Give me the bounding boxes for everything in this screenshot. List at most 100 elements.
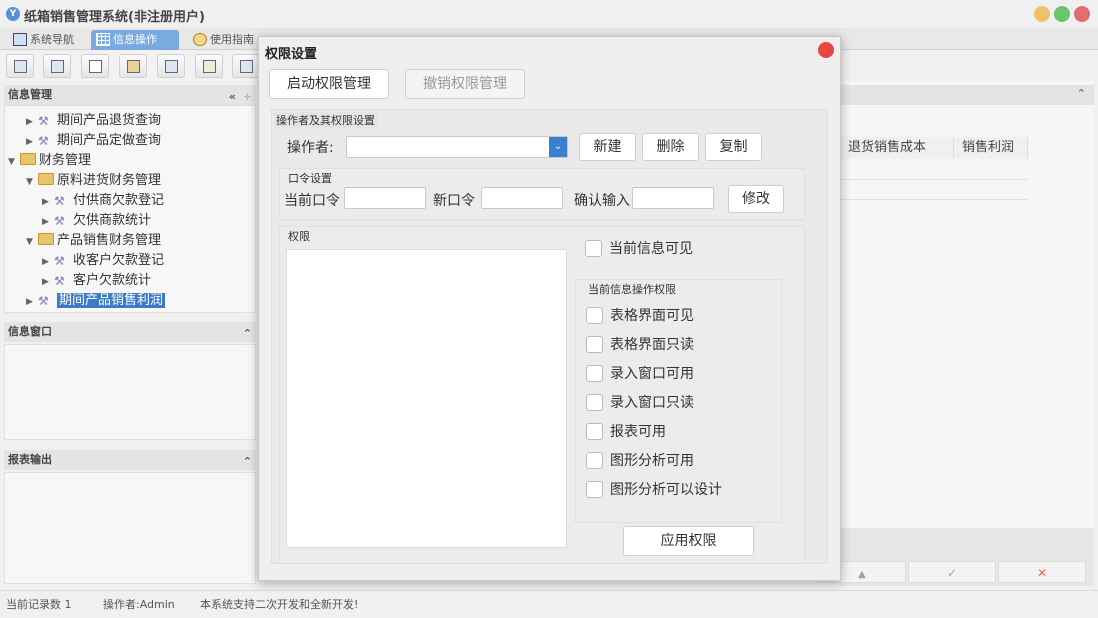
tree-item[interactable]: ▶ ⚒ 期间产品销售利润 <box>26 291 166 312</box>
permissions-group: 权限 当前信息可见 当前信息操作权限 表格界面可见 表格界面只读 录入窗口可用 录入窗… <box>279 226 805 564</box>
expanded-arrow-icon[interactable]: ▼ <box>26 172 38 192</box>
checkbox-label: 录入窗口可用 <box>610 366 694 382</box>
export-tool-button[interactable] <box>195 54 223 78</box>
apply-permission-button[interactable]: 应用权限 <box>623 526 754 556</box>
collapsed-arrow-icon[interactable]: ▶ <box>26 132 38 152</box>
info-window-body <box>4 344 256 440</box>
tab-label: 系统导航 <box>30 33 74 46</box>
cancel-button[interactable]: ✕ <box>998 561 1086 583</box>
password-group-title: 口令设置 <box>288 172 332 185</box>
tree-item[interactable]: ▼ 财务管理 <box>8 151 91 171</box>
folder-icon <box>38 233 54 245</box>
report-header: 报表输出 ⌃ <box>4 450 256 470</box>
tree-item-label: 原料进货财务管理 <box>57 173 162 188</box>
tab-user-guide[interactable]: 使用指南 <box>188 30 260 50</box>
tree-item-label: 收客户欠款登记 <box>73 253 165 268</box>
checkbox-label: 图形分析可用 <box>610 453 694 469</box>
confirm-password-input[interactable] <box>632 187 714 209</box>
checkbox-box <box>586 365 603 382</box>
new-password-label: 新口令 <box>433 193 475 209</box>
search-tool-button[interactable] <box>6 54 34 78</box>
checkbox-label: 图形分析可以设计 <box>610 482 722 498</box>
current-info-visible-checkbox[interactable]: 当前信息可见 <box>585 239 693 259</box>
revoke-permission-button[interactable]: 撤销权限管理 <box>405 69 525 99</box>
collapsed-arrow-icon[interactable]: ▶ <box>42 272 54 292</box>
collapsed-arrow-icon[interactable]: ▶ <box>26 292 38 312</box>
operator-group: 操作者及其权限设置 操作者: ⌄ 新建 删除 复制 口令设置 当前口令 新口令 … <box>271 109 828 564</box>
tree-item-label: 财务管理 <box>39 153 92 168</box>
tab-info-ops[interactable]: 信息操作 <box>91 30 179 50</box>
expanded-arrow-icon[interactable]: ▼ <box>26 232 38 252</box>
collapse-left-icon[interactable]: « <box>229 87 236 107</box>
grid-header-bar: ⌃ <box>840 85 1094 105</box>
copy-operator-button[interactable]: 复制 <box>705 133 762 161</box>
collapsed-arrow-icon[interactable]: ▶ <box>26 112 38 132</box>
grid-col-return-cost[interactable]: 退货销售成本 <box>840 137 954 159</box>
app-title: 纸箱销售管理系统(非注册用户) <box>24 10 205 25</box>
operator-select[interactable]: ⌄ <box>346 136 568 158</box>
op-permission-checkbox[interactable]: 图形分析可以设计 <box>586 480 722 500</box>
current-password-input[interactable] <box>344 187 426 209</box>
collapse-up-icon[interactable]: ⌃ <box>243 324 252 344</box>
minimize-button[interactable] <box>1034 6 1050 22</box>
tree-item[interactable]: ▶ ⚒ 期间产品定做查询 <box>26 131 161 151</box>
user-tool-button[interactable] <box>119 54 147 78</box>
print-tool-button[interactable] <box>232 54 260 78</box>
search-icon <box>14 60 27 73</box>
export-icon <box>203 60 216 73</box>
collapse-up-icon[interactable]: ⌃ <box>243 452 252 472</box>
op-permission-checkbox[interactable]: 录入窗口只读 <box>586 393 694 413</box>
tree-item-label: 期间产品销售利润 <box>57 293 166 308</box>
window-icon <box>165 60 178 73</box>
tab-system-nav[interactable]: 系统导航 <box>8 30 80 50</box>
op-permission-checkbox[interactable]: 录入窗口可用 <box>586 364 694 384</box>
document-icon <box>89 60 102 73</box>
op-permission-checkbox[interactable]: 图形分析可用 <box>586 451 694 471</box>
confirm-button[interactable]: ✓ <box>908 561 996 583</box>
status-operator: 操作者:Admin <box>103 598 175 611</box>
current-password-label: 当前口令 <box>284 193 340 209</box>
window-tool-button[interactable] <box>157 54 185 78</box>
maximize-button[interactable] <box>1054 6 1070 22</box>
collapse-up-icon[interactable]: ⌃ <box>1077 87 1086 100</box>
monitor-icon <box>13 33 27 46</box>
collapsed-arrow-icon[interactable]: ▶ <box>42 192 54 212</box>
new-password-input[interactable] <box>481 187 563 209</box>
dialog-close-button[interactable] <box>818 42 834 58</box>
grid-col-profit[interactable]: 销售利润 <box>954 137 1028 159</box>
operator-group-title: 操作者及其权限设置 <box>274 112 377 128</box>
modify-password-button[interactable]: 修改 <box>728 185 784 213</box>
tree-item[interactable]: ▼ 原料进货财务管理 <box>26 171 161 191</box>
close-window-button[interactable] <box>1074 6 1090 22</box>
chevron-down-icon[interactable]: ⌄ <box>549 137 567 157</box>
up-icon: ▲ <box>858 569 866 580</box>
tree-item[interactable]: ▶ ⚒ 期间产品退货查询 <box>26 111 161 131</box>
operator-label: 操作者: <box>287 140 334 156</box>
tab-label: 信息操作 <box>113 33 157 46</box>
tree-item[interactable]: ▶ ⚒ 付供商欠款登记 <box>42 191 164 211</box>
tool-icon: ⚒ <box>54 194 65 208</box>
new-operator-button[interactable]: 新建 <box>579 133 636 161</box>
tree-item[interactable]: ▶ ⚒ 欠供商款统计 <box>42 211 151 231</box>
folder-icon <box>38 173 54 185</box>
document-tool-button[interactable] <box>81 54 109 78</box>
tree-item[interactable]: ▶ ⚒ 收客户欠款登记 <box>42 251 164 271</box>
enable-permission-button[interactable]: 启动权限管理 <box>269 69 389 99</box>
expanded-arrow-icon[interactable]: ▼ <box>8 152 20 172</box>
info-mgmt-header: 信息管理 « + <box>4 85 256 105</box>
add-icon[interactable]: + <box>243 87 252 107</box>
op-permission-checkbox[interactable]: 表格界面可见 <box>586 306 694 326</box>
permissions-list[interactable] <box>286 249 567 548</box>
checkbox-box <box>586 307 603 324</box>
list-tool-button[interactable] <box>43 54 71 78</box>
op-permission-checkbox[interactable]: 表格界面只读 <box>586 335 694 355</box>
status-record-count: 当前记录数 1 <box>6 598 72 611</box>
ops-group-title: 当前信息操作权限 <box>588 283 676 296</box>
delete-operator-button[interactable]: 删除 <box>642 133 699 161</box>
tool-icon: ⚒ <box>54 214 65 228</box>
op-permission-checkbox[interactable]: 报表可用 <box>586 422 666 442</box>
tree-item[interactable]: ▼ 产品销售财务管理 <box>26 231 161 251</box>
collapsed-arrow-icon[interactable]: ▶ <box>42 212 54 232</box>
tree-item[interactable]: ▶ ⚒ 客户欠款统计 <box>42 271 151 291</box>
collapsed-arrow-icon[interactable]: ▶ <box>42 252 54 272</box>
